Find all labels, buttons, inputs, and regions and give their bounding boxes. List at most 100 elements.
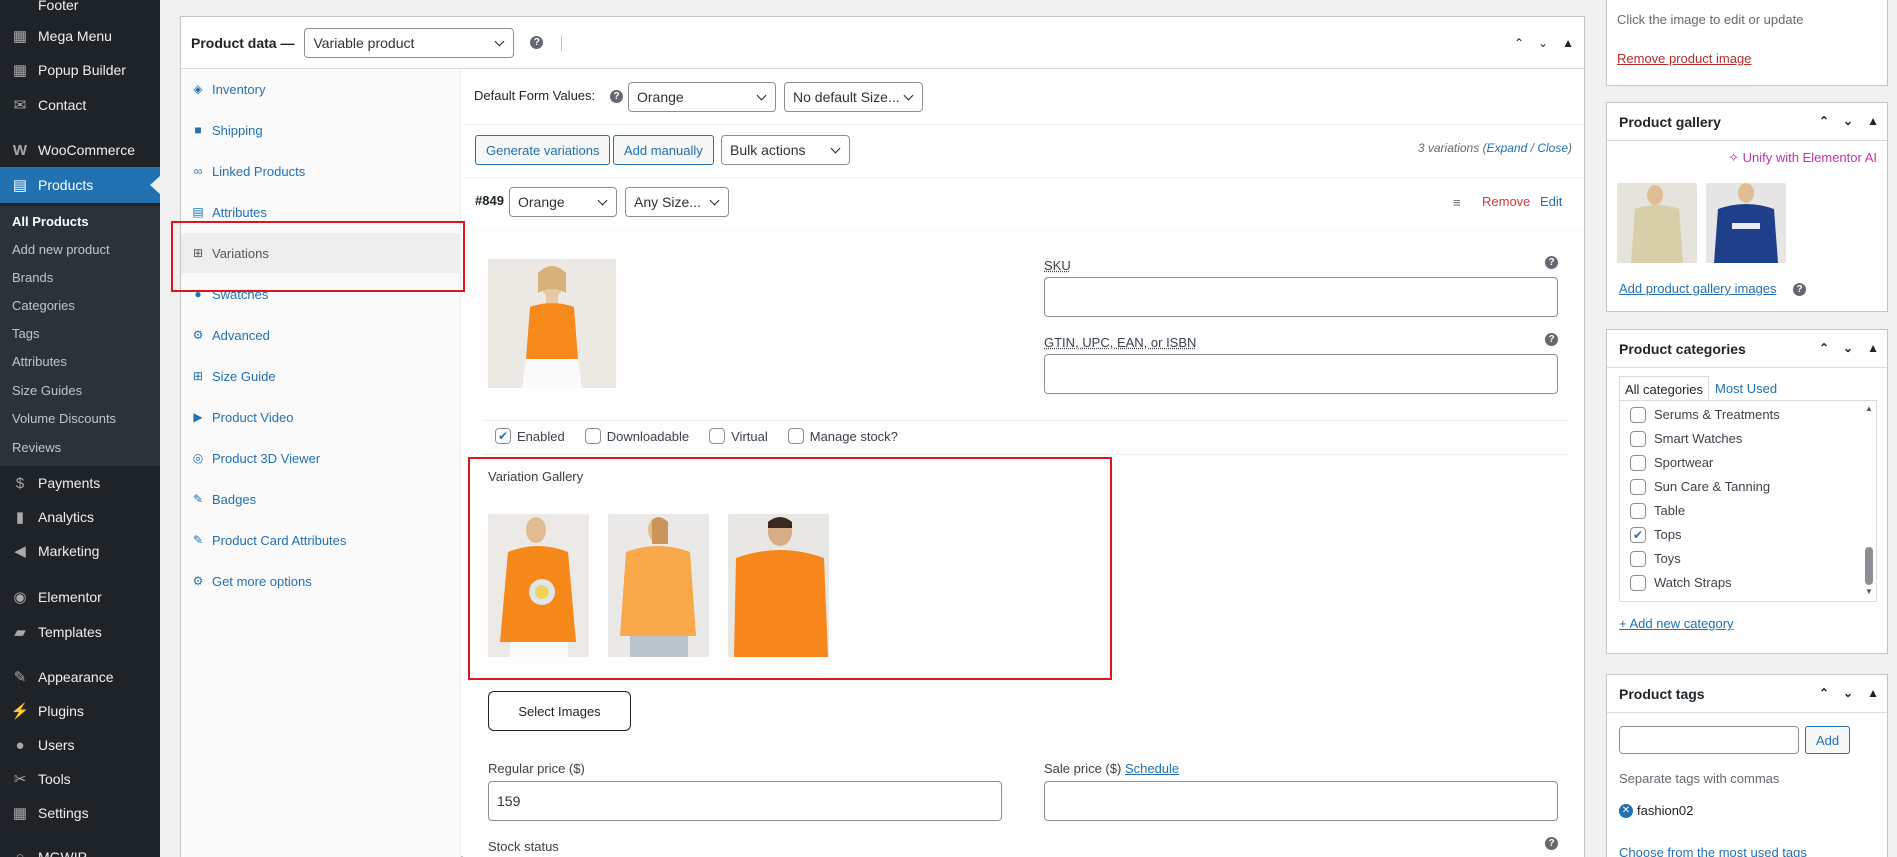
scroll-thumb[interactable] — [1865, 547, 1873, 585]
chevron-down-icon[interactable]: ⌄ — [1843, 114, 1853, 128]
scroll-down-icon[interactable]: ▼ — [1864, 587, 1874, 596]
toggle-icon[interactable]: ▲ — [1867, 341, 1879, 355]
tab-all-categories[interactable]: All categories — [1619, 376, 1710, 401]
submenu-volume-discounts[interactable]: Volume Discounts — [0, 404, 160, 432]
chevron-down-icon[interactable]: ⌄ — [1843, 686, 1853, 700]
tab-size-guide[interactable]: ⊞ Size Guide — [181, 356, 461, 396]
toggle-icon[interactable]: ▲ — [1562, 36, 1574, 50]
enabled-checkbox[interactable]: ✔ — [495, 428, 511, 444]
scroll-up-icon[interactable]: ▲ — [1864, 404, 1874, 413]
help-icon[interactable]: ? — [1545, 837, 1558, 850]
menu-payments[interactable]: $ Payments — [0, 466, 160, 500]
virtual-checkbox[interactable] — [709, 428, 726, 444]
category-checkbox[interactable] — [1630, 479, 1646, 495]
help-icon[interactable]: ? — [1545, 256, 1558, 269]
tab-advanced[interactable]: ⚙ Advanced — [181, 315, 461, 355]
menu-users[interactable]: ● Users — [0, 728, 160, 762]
menu-analytics[interactable]: ▮ Analytics — [0, 500, 160, 534]
chevron-up-icon[interactable]: ⌃ — [1819, 341, 1829, 355]
help-icon[interactable]: ? — [610, 90, 623, 103]
add-manually-button[interactable]: Add manually — [613, 135, 714, 165]
remove-tag-icon[interactable]: ✕ — [1619, 803, 1633, 818]
tab-get-more-options[interactable]: ⚙ Get more options — [181, 561, 461, 601]
select-images-button[interactable]: Select Images — [488, 691, 631, 731]
default-size-select[interactable]: No default Size... — [784, 82, 923, 112]
menu-templates[interactable]: ▰ Templates — [0, 615, 160, 649]
sale-price-input[interactable] — [1044, 781, 1558, 821]
tab-most-used[interactable]: Most Used — [1715, 376, 1777, 401]
category-checkbox[interactable] — [1630, 551, 1646, 567]
variation-image[interactable] — [488, 259, 616, 388]
schedule-link[interactable]: Schedule — [1125, 761, 1179, 776]
category-item[interactable]: Sun Care & Tanning — [1630, 475, 1780, 499]
tab-shipping[interactable]: ■ Shipping — [181, 110, 461, 150]
edit-variation-link[interactable]: Edit — [1540, 194, 1562, 209]
variation-color-select[interactable]: Orange — [509, 187, 617, 217]
expand-link[interactable]: Expand — [1487, 141, 1528, 155]
bulk-actions-select[interactable]: Bulk actions — [721, 135, 850, 165]
submenu-size-guides[interactable]: Size Guides — [0, 376, 160, 404]
chevron-down-icon[interactable]: ⌄ — [1843, 341, 1853, 355]
menu-products[interactable]: ▤ Products — [0, 167, 160, 203]
tab-product-card-attributes[interactable]: ✎ Product Card Attributes — [181, 520, 461, 560]
help-icon[interactable]: ? — [1793, 283, 1806, 296]
remove-variation-link[interactable]: Remove — [1482, 194, 1530, 209]
category-item[interactable]: Toys — [1630, 547, 1780, 571]
category-checkbox[interactable] — [1630, 503, 1646, 519]
default-color-select[interactable]: Orange — [628, 82, 776, 112]
tab-linked-products[interactable]: ∞ Linked Products — [181, 151, 461, 191]
generate-variations-button[interactable]: Generate variations — [475, 135, 611, 165]
product-type-select[interactable]: Variable product — [304, 27, 515, 58]
category-checkbox[interactable] — [1630, 407, 1646, 423]
remove-product-image-link[interactable]: Remove product image — [1617, 51, 1751, 66]
unify-ai-link[interactable]: ✧ Unify with Elementor AI — [1728, 150, 1877, 166]
variation-size-select[interactable]: Any Size... — [625, 187, 729, 217]
menu-contact[interactable]: ✉ Contact — [0, 88, 160, 122]
tab-product-3d-viewer[interactable]: ◎ Product 3D Viewer — [181, 438, 461, 478]
gallery-thumb-2[interactable] — [1706, 183, 1786, 263]
menu-tools[interactable]: ✂ Tools — [0, 762, 160, 796]
tag-input[interactable] — [1619, 726, 1799, 754]
add-new-category-link[interactable]: + Add new category — [1619, 616, 1734, 631]
sku-input[interactable] — [1044, 277, 1558, 317]
category-item[interactable]: ✔ Tops — [1630, 523, 1780, 547]
gtin-input[interactable] — [1044, 354, 1558, 394]
add-gallery-images-link[interactable]: Add product gallery images — [1619, 281, 1777, 296]
chevron-up-icon[interactable]: ⌃ — [1514, 36, 1524, 50]
category-checkbox[interactable]: ✔ — [1630, 527, 1646, 543]
scrollbar[interactable]: ▲ ▼ — [1864, 404, 1874, 596]
category-item[interactable]: Watch Straps — [1630, 571, 1780, 595]
menu-elementor[interactable]: ◉ Elementor — [0, 580, 160, 614]
menu-appearance[interactable]: ✎ Appearance — [0, 660, 160, 694]
menu-popup-builder[interactable]: ▦ Popup Builder — [0, 53, 160, 87]
category-item[interactable]: Serums & Treatments — [1630, 403, 1780, 427]
tab-badges[interactable]: ✎ Badges — [181, 479, 461, 519]
menu-settings[interactable]: ▦ Settings — [0, 796, 160, 830]
category-item[interactable]: Smart Watches — [1630, 427, 1780, 451]
category-item[interactable]: Table — [1630, 499, 1780, 523]
submenu-reviews[interactable]: Reviews — [0, 433, 160, 461]
gallery-thumb-1[interactable] — [1617, 183, 1697, 263]
chevron-up-icon[interactable]: ⌃ — [1819, 686, 1829, 700]
manage-stock-checkbox[interactable] — [787, 428, 804, 444]
submenu-attributes[interactable]: Attributes — [0, 347, 160, 375]
choose-tags-link[interactable]: Choose from the most used tags — [1619, 845, 1807, 857]
close-link[interactable]: Close — [1537, 141, 1568, 155]
regular-price-input[interactable]: 159 — [488, 781, 1002, 821]
menu-plugins[interactable]: ⚡ Plugins — [0, 694, 160, 728]
category-checkbox[interactable] — [1630, 431, 1646, 447]
submenu-tags[interactable]: Tags — [0, 319, 160, 347]
tab-inventory[interactable]: ◈ Inventory — [181, 69, 461, 109]
help-icon[interactable]: ? — [530, 36, 544, 49]
drag-handle-icon[interactable]: ≡ — [1453, 195, 1461, 210]
submenu-categories[interactable]: Categories — [0, 291, 160, 319]
menu-woocommerce[interactable]: W WooCommerce — [0, 133, 160, 167]
category-checkbox[interactable] — [1630, 455, 1646, 471]
menu-mega-menu[interactable]: ▦ Mega Menu — [0, 19, 160, 53]
toggle-icon[interactable]: ▲ — [1867, 686, 1879, 700]
category-checkbox[interactable] — [1630, 575, 1646, 591]
submenu-brands[interactable]: Brands — [0, 263, 160, 291]
tab-product-video[interactable]: ▶ Product Video — [181, 397, 461, 437]
menu-marketing[interactable]: ◀ Marketing — [0, 534, 160, 568]
submenu-all-products[interactable]: All Products — [0, 207, 160, 235]
